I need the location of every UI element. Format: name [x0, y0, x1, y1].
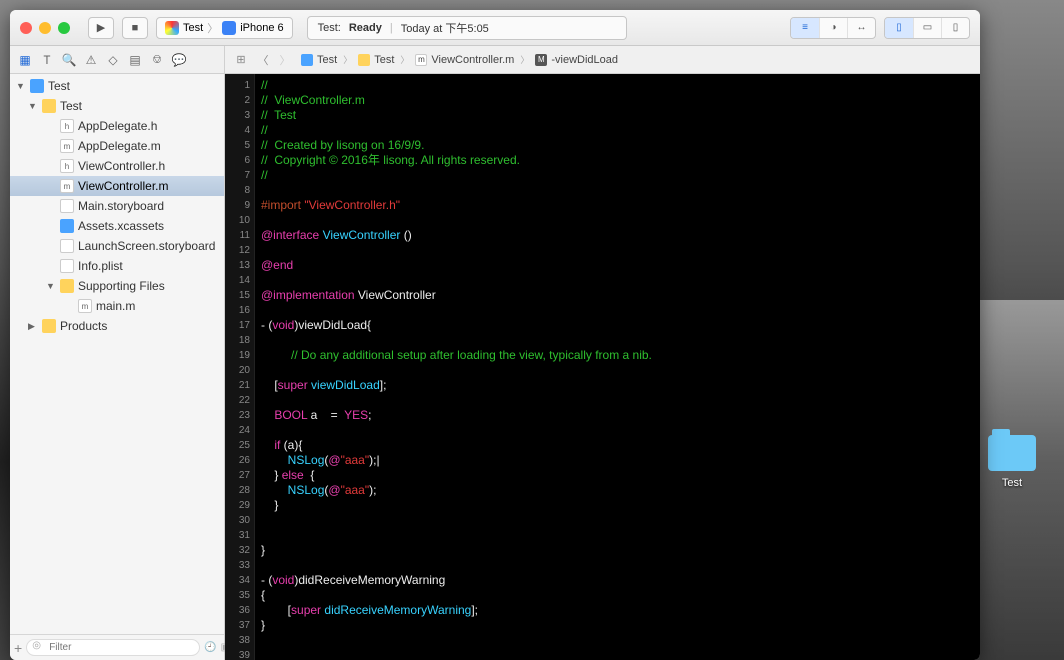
tree-file[interactable]: Info.plist: [10, 256, 224, 276]
find-navigator-icon[interactable]: 🔍: [60, 53, 78, 67]
titlebar: ▶ ■ Test 〉 iPhone 6 Test: Ready | Today …: [10, 10, 980, 46]
toggle-debug-icon[interactable]: ▭: [913, 18, 941, 38]
file-icon: [60, 219, 74, 233]
back-button[interactable]: 〈: [253, 52, 273, 68]
code-area[interactable]: //// ViewController.m// Test//// Created…: [255, 74, 980, 660]
filter-input[interactable]: [26, 639, 200, 656]
file-tree: ▼Test ▼Test hAppDelegate.hmAppDelegate.m…: [10, 74, 224, 634]
tree-file[interactable]: mAppDelegate.m: [10, 136, 224, 156]
file-icon: m: [60, 139, 74, 153]
crumb-project[interactable]: Test: [297, 53, 341, 67]
status-time: Today at 下午5:05: [401, 20, 489, 36]
jump-bar: ⊞ 〈 〉 Test 〉 Test 〉 mViewController.m 〉 …: [225, 46, 980, 73]
scheme-app-label: Test: [183, 22, 203, 34]
stop-button[interactable]: ■: [122, 17, 148, 39]
crumb-method[interactable]: M-viewDidLoad: [531, 53, 622, 67]
recent-filter-icon[interactable]: 🕘: [204, 642, 216, 653]
crumb-group[interactable]: Test: [354, 53, 398, 67]
toggle-utilities-icon[interactable]: ▯: [941, 18, 969, 38]
file-icon: m: [60, 179, 74, 193]
scheme-selector[interactable]: Test 〉 iPhone 6: [156, 17, 293, 39]
file-icon: [60, 239, 74, 253]
minimize-button[interactable]: [39, 22, 51, 34]
file-icon: [60, 199, 74, 213]
symbol-navigator-icon[interactable]: 𖼊: [38, 51, 56, 69]
file-icon: [60, 259, 74, 273]
forward-button[interactable]: 〉: [275, 52, 295, 68]
file-icon: h: [60, 159, 74, 173]
assistant-editor-icon[interactable]: ◑: [819, 18, 847, 38]
folder-icon: [60, 279, 74, 293]
test-navigator-icon[interactable]: ◇: [104, 53, 122, 67]
project-navigator-icon[interactable]: ▦: [16, 53, 34, 67]
tree-file[interactable]: Main.storyboard: [10, 196, 224, 216]
related-items-icon[interactable]: ⊞: [231, 53, 251, 66]
debug-navigator-icon[interactable]: ▤: [126, 53, 144, 67]
navigator-selector: ▦ 𖼊 🔍 ⚠ ◇ ▤ ⎊ 💬: [10, 46, 225, 73]
xcode-window: ▶ ■ Test 〉 iPhone 6 Test: Ready | Today …: [10, 10, 980, 660]
traffic-lights: [20, 22, 70, 34]
activity-status: Test: Ready | Today at 下午5:05: [307, 16, 627, 40]
issue-navigator-icon[interactable]: ⚠: [82, 53, 100, 67]
report-navigator-icon[interactable]: 💬: [170, 53, 188, 67]
secondary-bar: ▦ 𖼊 🔍 ⚠ ◇ ▤ ⎊ 💬 ⊞ 〈 〉 Test 〉 Test 〉 mVie…: [10, 46, 980, 74]
panel-toggle-segment[interactable]: ▯ ▭ ▯: [884, 17, 970, 39]
add-button[interactable]: +: [14, 640, 22, 656]
breakpoint-navigator-icon[interactable]: ⎊: [148, 52, 166, 67]
tree-file[interactable]: LaunchScreen.storyboard: [10, 236, 224, 256]
tree-file[interactable]: hViewController.h: [10, 156, 224, 176]
tree-file[interactable]: hAppDelegate.h: [10, 116, 224, 136]
project-icon: [30, 79, 44, 93]
standard-editor-icon[interactable]: ≡: [791, 18, 819, 38]
tree-file[interactable]: Assets.xcassets: [10, 216, 224, 236]
app-icon: [165, 21, 179, 35]
tree-file[interactable]: mViewController.m: [10, 176, 224, 196]
toggle-navigator-icon[interactable]: ▯: [885, 18, 913, 38]
file-icon: h: [60, 119, 74, 133]
zoom-button[interactable]: [58, 22, 70, 34]
status-prefix: Test:: [318, 22, 341, 34]
line-gutter: 1234567891011121314151617181920212223242…: [225, 74, 255, 660]
scheme-device-label: iPhone 6: [240, 22, 283, 34]
version-editor-icon[interactable]: ↔: [847, 18, 875, 38]
project-navigator: ▼Test ▼Test hAppDelegate.hmAppDelegate.m…: [10, 74, 225, 660]
tree-group[interactable]: ▼Test: [10, 96, 224, 116]
tree-file[interactable]: mmain.m: [10, 296, 224, 316]
folder-icon: [988, 435, 1036, 471]
filter-bar: + 🕘▣: [10, 634, 224, 660]
desktop-folder-label: Test: [980, 477, 1044, 489]
desktop-folder-test[interactable]: Test: [980, 435, 1044, 489]
folder-icon: [42, 319, 56, 333]
device-icon: [222, 21, 236, 35]
tree-supporting[interactable]: ▼Supporting Files: [10, 276, 224, 296]
close-button[interactable]: [20, 22, 32, 34]
status-state: Ready: [349, 22, 382, 34]
file-icon: m: [78, 299, 92, 313]
code-editor[interactable]: 1234567891011121314151617181920212223242…: [225, 74, 980, 660]
crumb-file[interactable]: mViewController.m: [411, 53, 518, 67]
folder-icon: [42, 99, 56, 113]
editor-mode-segment[interactable]: ≡ ◑ ↔: [790, 17, 876, 39]
tree-products[interactable]: ▶Products: [10, 316, 224, 336]
tree-root[interactable]: ▼Test: [10, 76, 224, 96]
run-button[interactable]: ▶: [88, 17, 114, 39]
